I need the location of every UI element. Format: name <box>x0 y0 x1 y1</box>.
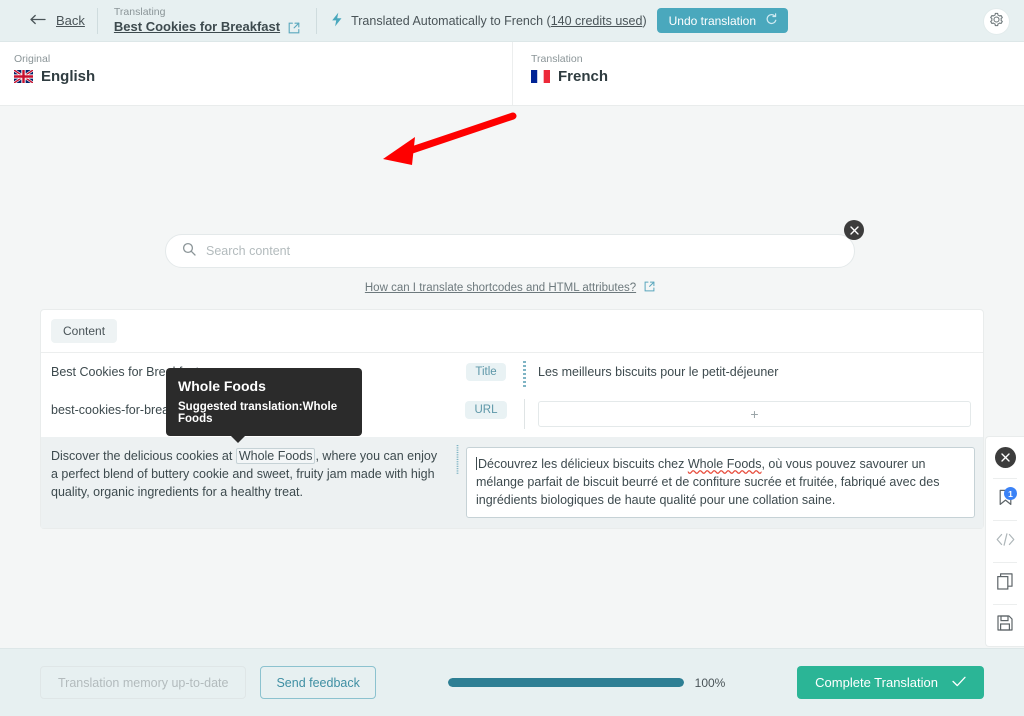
translation-memory-status-button: Translation memory up-to-date <box>40 666 247 699</box>
bookmark-count-badge: 1 <box>1004 487 1017 500</box>
close-toolbar-button[interactable] <box>986 437 1024 478</box>
text-caret <box>476 457 477 471</box>
tooltip-arrow <box>230 435 246 443</box>
auto-note-text: Translated Automatically to French (140 … <box>351 14 647 28</box>
target-misspelled-term[interactable]: Whole Foods <box>688 457 762 471</box>
credits-used: 140 credits used <box>550 13 643 28</box>
close-search-button[interactable] <box>844 220 864 240</box>
undo-label: Undo translation <box>668 13 756 28</box>
language-bar: Original English Translation French <box>0 42 1024 106</box>
translation-language-column: Translation French <box>512 42 1024 105</box>
complete-translation-label: Complete Translation <box>815 675 938 690</box>
line-handle-icon <box>523 399 525 430</box>
target-title-text[interactable]: Les meilleurs biscuits pour le petit-déj… <box>532 353 983 391</box>
back-label: Back <box>56 13 85 28</box>
tab-content[interactable]: Content <box>51 319 118 343</box>
badge-label: Title <box>466 363 506 381</box>
progress-percent-label: 100% <box>694 675 726 690</box>
bookmark-button[interactable]: 1 <box>986 479 1024 520</box>
field-badge-url: URL <box>456 391 516 437</box>
side-toolbar: 1 <box>985 436 1024 647</box>
translating-block: Translating Best Cookies for Breakfast <box>98 6 316 35</box>
original-language-name: English <box>41 68 96 85</box>
tooltip-subtitle: Suggested translation:Whole Foods <box>178 401 338 425</box>
progress-section: 100% <box>390 676 783 690</box>
original-language-column: Original English <box>0 42 512 105</box>
search-box[interactable] <box>165 234 855 268</box>
target-url-cell: + <box>532 391 983 437</box>
code-icon <box>996 532 1015 551</box>
tooltip-title: Whole Foods <box>178 378 266 394</box>
lightning-icon <box>331 12 343 30</box>
translation-language-name: French <box>558 68 609 85</box>
translation-language-name-row: French <box>531 68 1024 85</box>
external-link-icon[interactable] <box>644 279 655 297</box>
complete-translation-button[interactable]: Complete Translation <box>797 666 984 699</box>
back-button[interactable]: Back <box>14 13 97 28</box>
close-icon <box>994 447 1016 468</box>
table-row-active: Discover the delicious cookies at Whole … <box>41 437 983 528</box>
search-section: How can I translate shortcodes and HTML … <box>165 220 864 297</box>
top-bar: Back Translating Best Cookies for Breakf… <box>0 0 1024 42</box>
target-url-input[interactable]: + <box>538 401 971 428</box>
card-header: Content <box>41 310 983 343</box>
help-row: How can I translate shortcodes and HTML … <box>165 279 855 297</box>
send-feedback-button[interactable]: Send feedback <box>260 666 376 699</box>
translation-label: Translation <box>531 53 583 65</box>
row-drag-handle[interactable] <box>450 437 464 527</box>
source-highlighted-term[interactable]: Whole Foods <box>235 448 316 465</box>
target-body-cell: Découvrez les délicieux biscuits chez Wh… <box>464 437 983 527</box>
external-link-icon[interactable] <box>288 22 300 34</box>
arrow-left-icon <box>30 13 47 28</box>
original-language-name-row: English <box>13 68 512 85</box>
help-link[interactable]: How can I translate shortcodes and HTML … <box>365 282 636 294</box>
settings-gear-button[interactable] <box>983 8 1010 35</box>
translating-label: Translating <box>113 6 166 18</box>
target-body-part1: Découvrez les délicieux biscuits chez <box>478 457 688 472</box>
undo-icon <box>765 13 778 28</box>
search-input[interactable] <box>206 244 838 258</box>
flag-france-icon <box>531 70 550 83</box>
progress-bar <box>447 678 684 687</box>
check-icon <box>952 675 966 690</box>
auto-note-prefix: Translated Automatically to French ( <box>351 13 551 28</box>
copy-button[interactable] <box>986 563 1024 604</box>
code-view-button[interactable] <box>986 521 1024 562</box>
gear-icon <box>989 12 1004 32</box>
copy-icon <box>997 572 1013 595</box>
flag-uk-icon <box>13 68 34 85</box>
suggestion-tooltip: Whole Foods Suggested translation:Whole … <box>166 368 362 443</box>
dotted-handle-icon <box>456 445 458 474</box>
source-body-part1: Discover the delicious cookies at <box>51 449 236 464</box>
progress-bar-fill <box>447 678 684 687</box>
dotted-handle-icon <box>522 361 526 387</box>
target-body-editor[interactable]: Découvrez les délicieux biscuits chez Wh… <box>466 447 975 518</box>
row-drag-handle[interactable] <box>516 391 532 437</box>
main-area: How can I translate shortcodes and HTML … <box>0 106 1024 716</box>
save-button[interactable] <box>986 605 1024 646</box>
translation-editor: Back Translating Best Cookies for Breakf… <box>0 0 1024 716</box>
save-floppy-icon <box>997 615 1013 636</box>
footer-bar: Translation memory up-to-date Send feedb… <box>0 648 1024 716</box>
document-title[interactable]: Best Cookies for Breakfast <box>114 19 280 35</box>
search-icon <box>182 242 196 261</box>
auto-note-suffix: ) <box>642 13 647 28</box>
source-body-text[interactable]: Discover the delicious cookies at Whole … <box>41 437 456 527</box>
badge-label: URL <box>465 401 507 420</box>
row-drag-handle[interactable] <box>516 353 532 391</box>
undo-translation-button[interactable]: Undo translation <box>656 8 788 33</box>
field-badge-title: Title <box>456 353 516 391</box>
auto-translation-note: Translated Automatically to French (140 … <box>317 8 802 33</box>
original-label: Original <box>14 53 51 65</box>
